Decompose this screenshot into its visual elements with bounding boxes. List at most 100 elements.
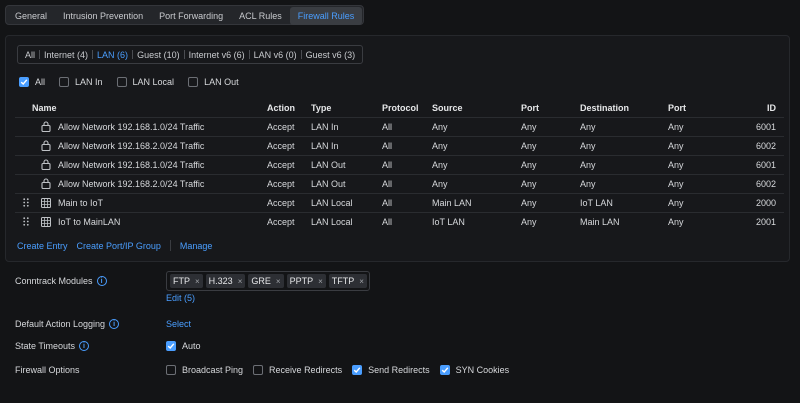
column-header-destination-port[interactable]: Port <box>668 99 728 117</box>
lock-icon <box>40 159 52 171</box>
rule-name-cell: Allow Network 192.168.1.0/24 Traffic <box>15 116 267 136</box>
rule-id: 6001 <box>728 116 784 136</box>
rule-destination: Any <box>580 173 668 193</box>
column-header-source-port[interactable]: Port <box>521 99 580 117</box>
option-syn-cookies[interactable]: SYN Cookies <box>439 365 509 375</box>
column-header-destination[interactable]: Destination <box>580 99 668 117</box>
tab-general[interactable]: General <box>7 7 55 25</box>
table-row[interactable]: Allow Network 192.168.2.0/24 Traffic Acce… <box>15 135 784 155</box>
conntrack-modules-label: Conntrack Modules i <box>15 276 107 286</box>
type-check-all[interactable]: All <box>19 77 45 87</box>
edit-conntrack-modules-link[interactable]: Edit (5) <box>166 293 195 303</box>
rule-name: Allow Network 192.168.2.0/24 Traffic <box>58 178 205 189</box>
checkbox-checked-icon[interactable] <box>166 341 176 351</box>
info-icon[interactable]: i <box>109 319 120 329</box>
checkbox-icon[interactable] <box>116 77 127 87</box>
state-timeouts-row: State Timeouts i Auto <box>15 340 415 352</box>
type-check-lan-out[interactable]: LAN Out <box>188 77 239 87</box>
tab-acl-rules[interactable]: ACL Rules <box>231 7 290 25</box>
rule-id: 6002 <box>728 135 784 155</box>
checkbox-icon[interactable] <box>59 77 70 87</box>
type-check-lan-local[interactable]: LAN Local <box>116 77 174 87</box>
info-icon[interactable]: i <box>79 341 90 351</box>
option-send-redirects[interactable]: Send Redirects <box>352 365 430 375</box>
remove-tag-icon[interactable]: × <box>318 277 323 286</box>
table-row[interactable]: Allow Network 192.168.2.0/24 Traffic Acce… <box>15 173 784 193</box>
checkbox-icon[interactable] <box>253 365 264 375</box>
rule-name: Allow Network 192.168.1.0/24 Traffic <box>58 159 205 170</box>
checkbox-icon[interactable] <box>188 77 199 87</box>
filter-guest[interactable]: Guest (10) <box>133 50 184 60</box>
remove-tag-icon[interactable]: × <box>195 277 200 286</box>
tab-intrusion-prevention[interactable]: Intrusion Prevention <box>55 7 151 25</box>
table-row[interactable]: Main to IoT Accept LAN Local All Main LAN Any… <box>15 192 784 212</box>
checkbox-icon[interactable] <box>166 365 176 375</box>
rule-name-wrapper: Allow Network 192.168.2.0/24 Traffic <box>15 140 267 152</box>
checkbox-checked-icon[interactable] <box>439 365 450 375</box>
rule-name-wrapper: Allow Network 192.168.2.0/24 Traffic <box>15 178 267 190</box>
checkbox-checked-icon[interactable] <box>19 77 29 87</box>
drag-handle-icon[interactable] <box>20 198 32 207</box>
conntrack-modules-input[interactable]: FTP × H.323 × GRE × PPTP × TFTP × <box>166 271 370 291</box>
filter-guest-v6[interactable]: Guest v6 (3) <box>302 50 360 60</box>
rule-id: 6001 <box>728 154 784 174</box>
rule-destination-port: Any <box>668 192 728 212</box>
firewall-options-label: Firewall Options <box>15 365 80 375</box>
rule-name-cell: Main to IoT <box>15 192 267 212</box>
filter-lan[interactable]: LAN (6) <box>93 50 132 60</box>
option-label: Receive Redirects <box>269 365 343 375</box>
option-label: Send Redirects <box>368 365 430 375</box>
state-timeouts-label: State Timeouts i <box>15 341 90 351</box>
settings-tab-bar: General Intrusion Prevention Port Forwar… <box>5 5 365 25</box>
option-receive-redirects[interactable]: Receive Redirects <box>253 365 342 375</box>
remove-tag-icon[interactable]: × <box>359 277 364 286</box>
rule-type: LAN In <box>311 116 382 136</box>
option-broadcast-ping[interactable]: Broadcast Ping <box>166 365 243 375</box>
create-port-ip-group-link[interactable]: Create Port/IP Group <box>77 241 161 251</box>
rule-source: IoT LAN <box>432 211 521 231</box>
drag-handle-icon[interactable] <box>20 217 32 226</box>
manage-link[interactable]: Manage <box>180 241 213 251</box>
column-header-name[interactable]: Name <box>15 99 267 117</box>
column-header-protocol[interactable]: Protocol <box>382 99 432 117</box>
remove-tag-icon[interactable]: × <box>276 277 281 286</box>
rule-source: Any <box>432 154 521 174</box>
tab-firewall-rules[interactable]: Firewall Rules <box>289 7 363 25</box>
rule-source: Any <box>432 116 521 136</box>
remove-tag-icon[interactable]: × <box>238 277 243 286</box>
type-check-label: All <box>35 77 46 87</box>
firewall-rules-table: Name Action Type Protocol Source Port De… <box>15 99 784 231</box>
create-entry-link[interactable]: Create Entry <box>17 241 68 251</box>
filter-internet[interactable]: Internet (4) <box>40 50 92 60</box>
column-header-type[interactable]: Type <box>311 99 382 117</box>
table-row[interactable]: Allow Network 192.168.1.0/24 Traffic Acce… <box>15 116 784 136</box>
filter-all[interactable]: All <box>21 50 39 60</box>
tab-port-forwarding[interactable]: Port Forwarding <box>151 7 231 25</box>
type-check-label: LAN In <box>75 77 103 87</box>
rule-action: Accept <box>267 173 311 193</box>
default-action-logging-row: Default Action Logging i Select <box>15 318 415 330</box>
rule-source-port: Any <box>521 154 580 174</box>
rule-name-cell: Allow Network 192.168.1.0/24 Traffic <box>15 154 267 174</box>
state-timeouts-auto-checkbox[interactable]: Auto <box>166 341 201 351</box>
info-icon[interactable]: i <box>96 276 107 286</box>
table-row[interactable]: Allow Network 192.168.1.0/24 Traffic Acce… <box>15 154 784 174</box>
lock-icon <box>40 178 52 190</box>
default-action-logging-select[interactable]: Select <box>166 319 191 329</box>
ruleset-filter-bar: All Internet (4) LAN (6) Guest (10) Inte… <box>17 45 364 64</box>
type-check-lan-in[interactable]: LAN In <box>59 77 103 87</box>
column-header-source[interactable]: Source <box>432 99 521 117</box>
table-row[interactable]: IoT to MainLAN Accept LAN Local All IoT LAN A… <box>15 211 784 231</box>
conntrack-edit-row: Edit (5) <box>166 293 195 303</box>
checkbox-checked-icon[interactable] <box>352 365 363 375</box>
rule-type: LAN Local <box>311 211 382 231</box>
rule-action: Accept <box>267 116 311 136</box>
rule-destination-port: Any <box>668 154 728 174</box>
filter-lan-v6[interactable]: LAN v6 (0) <box>250 50 301 60</box>
rule-destination: Any <box>580 135 668 155</box>
rule-destination-port: Any <box>668 211 728 231</box>
rule-source-port: Any <box>521 192 580 212</box>
filter-internet-v6[interactable]: Internet v6 (6) <box>185 50 249 60</box>
column-header-action[interactable]: Action <box>267 99 311 117</box>
column-header-id[interactable]: ID <box>728 99 784 117</box>
